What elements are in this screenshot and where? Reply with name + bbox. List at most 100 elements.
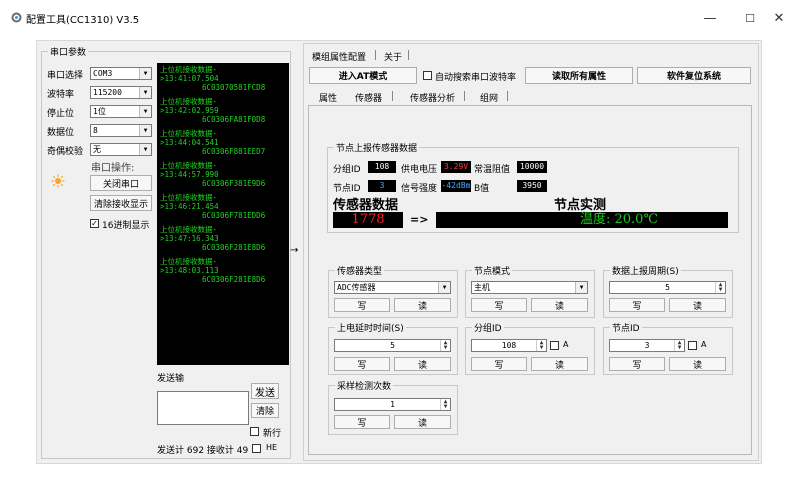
report-group-id-label: 分组ID [333, 165, 361, 175]
parity-select[interactable]: 无 ▼ [90, 143, 152, 156]
close-button[interactable]: ✕ [762, 6, 796, 30]
sample-count-spinner[interactable]: 1 ▲ ▼ [334, 398, 451, 411]
group-id-title: 分组ID [472, 321, 504, 334]
node-id-spinner[interactable]: 3 ▲ ▼ [609, 339, 685, 352]
console-entry: 上位机接收数据- >13:44:57.990 6C0306F381E9D6 [160, 161, 286, 188]
port-select[interactable]: COM3 ▼ [90, 67, 152, 80]
console-entry-time: >13:48:03.113 [160, 266, 219, 275]
receive-console[interactable]: 上位机接收数据- >13:41:07.504 6C03070581FCD8 上位机接收… [157, 63, 289, 365]
sun-icon [51, 174, 65, 188]
send-hex-checkbox[interactable] [252, 444, 261, 453]
report-period-read-button[interactable]: 读 [669, 298, 726, 312]
close-port-button[interactable]: 关闭串口 [90, 175, 152, 191]
newline-checkbox[interactable] [250, 427, 259, 436]
auto-baud-label: 自动搜索串口波特率 [435, 73, 517, 83]
subtab-network[interactable]: 组网 [480, 91, 498, 104]
node-id-title: 节点ID [610, 321, 642, 334]
voltage-value: 3.29V [441, 161, 471, 173]
group-id-spinner[interactable]: 108 ▲ ▼ [471, 339, 547, 352]
stop-select[interactable]: 1位 ▼ [90, 105, 152, 118]
console-entry: 上位机接收数据- >13:46:21.454 6C0306F781EDD6 [160, 193, 286, 220]
power-delay-write-button[interactable]: 写 [334, 357, 390, 371]
console-entry: 上位机接收数据- >13:42:02.959 6C0306FA81F0D8 [160, 97, 286, 124]
serial-params-title: 串口参数 [48, 45, 89, 58]
report-group-id-value: 108 [368, 161, 396, 173]
console-entry-head: 上位机接收数据- [160, 161, 218, 170]
enter-at-mode-button[interactable]: 进入AT模式 [309, 67, 417, 84]
node-mode-select[interactable]: 主机 ▼ [471, 281, 588, 294]
clear-send-button[interactable]: 清除 [251, 403, 279, 418]
spinner-arrows-icon[interactable]: ▲ ▼ [440, 340, 450, 351]
node-id-write-button[interactable]: 写 [609, 357, 665, 371]
resist-value: 10000 [517, 161, 547, 173]
sample-count-title: 采样检测次数 [335, 379, 394, 392]
group-id-a-checkbox[interactable] [550, 341, 559, 350]
node-id-a-checkbox[interactable] [688, 341, 697, 350]
read-all-props-button[interactable]: 读取所有属性 [525, 67, 633, 84]
signal-label: 信号强度 [401, 184, 438, 194]
port-label: 串口选择 [47, 71, 84, 81]
sensor-type-select[interactable]: ADC传感器 ▼ [334, 281, 451, 294]
console-entry-head: 上位机接收数据- [160, 129, 218, 138]
chevron-down-icon: ▼ [139, 106, 151, 117]
console-entry-time: >13:41:07.504 [160, 74, 219, 83]
console-entry-head: 上位机接收数据- [160, 65, 218, 74]
sample-count-write-button[interactable]: 写 [334, 415, 390, 429]
newline-label: 新行 [263, 429, 282, 439]
node-mode-title: 节点模式 [472, 264, 513, 277]
send-recv-count: 发送计 692 接收计 49 [157, 446, 249, 456]
chevron-down-icon: ▼ [139, 87, 151, 98]
convert-arrow: => [410, 213, 429, 226]
sensor-type-write-button[interactable]: 写 [334, 298, 390, 312]
console-entry-head: 上位机接收数据- [160, 193, 218, 202]
console-entry-head: 上位机接收数据- [160, 97, 218, 106]
spinner-arrows-icon[interactable]: ▲ ▼ [674, 340, 684, 351]
hex-display-checkbox[interactable]: ✓ [90, 219, 99, 228]
console-entry: 上位机接收数据- >13:41:07.504 6C03070581FCD8 [160, 65, 286, 92]
console-entry-data: 6C0306F881EED7 [202, 147, 266, 156]
console-entry-data: 6C0306F281E8D6 [202, 275, 266, 284]
report-period-write-button[interactable]: 写 [609, 298, 665, 312]
console-entry-data: 6C0306F381E9D6 [202, 179, 266, 188]
sample-count-read-button[interactable]: 读 [394, 415, 451, 429]
spinner-arrows-icon[interactable]: ▲ ▼ [440, 399, 450, 410]
minimize-button[interactable]: — [690, 6, 730, 30]
spinner-arrows-icon[interactable]: ▲ ▼ [715, 282, 725, 293]
node-id-a-label: A [701, 340, 707, 349]
signal-value: -42dBm [441, 180, 471, 192]
splitter-arrow-icon[interactable]: → [290, 245, 298, 256]
report-node-id-value: 3 [368, 180, 396, 192]
power-delay-read-button[interactable]: 读 [394, 357, 451, 371]
data-select[interactable]: 8 ▼ [90, 124, 152, 137]
node-id-read-button[interactable]: 读 [669, 357, 726, 371]
b-value-label: B值 [474, 184, 490, 194]
console-entry-time: >13:44:04.541 [160, 138, 219, 147]
report-node-id-label: 节点ID [333, 184, 361, 194]
subtab-sensor[interactable]: 传感器 [355, 91, 382, 104]
group-id-write-button[interactable]: 写 [471, 357, 527, 371]
node-mode-read-button[interactable]: 读 [531, 298, 588, 312]
auto-baud-checkbox[interactable] [423, 71, 432, 80]
tab-about[interactable]: 关于 [384, 50, 402, 63]
send-button[interactable]: 发送 [251, 383, 279, 399]
console-entry-time: >13:44:57.990 [160, 170, 219, 179]
baud-select[interactable]: 115200 ▼ [90, 86, 152, 99]
data-label: 数据位 [47, 128, 75, 138]
b-value: 3950 [517, 180, 547, 192]
subtab-props[interactable]: 属性 [319, 91, 337, 104]
clear-recv-button[interactable]: 清除接收显示 [90, 195, 152, 211]
hex-display-label: 16进制显示 [102, 221, 150, 231]
subtab-sensor-analysis[interactable]: 传感器分析 [410, 91, 455, 104]
group-id-read-button[interactable]: 读 [531, 357, 588, 371]
stop-label: 停止位 [47, 109, 75, 119]
report-period-spinner[interactable]: 5 ▲ ▼ [609, 281, 726, 294]
spinner-arrows-icon[interactable]: ▲ ▼ [536, 340, 546, 351]
tab-module-config[interactable]: 模组属性配置 [312, 50, 366, 63]
software-reset-button[interactable]: 软件复位系统 [637, 67, 751, 84]
sensor-type-read-button[interactable]: 读 [394, 298, 451, 312]
console-entry-time: >13:46:21.454 [160, 202, 219, 211]
node-mode-write-button[interactable]: 写 [471, 298, 527, 312]
power-delay-spinner[interactable]: 5 ▲ ▼ [334, 339, 451, 352]
send-textarea[interactable] [157, 391, 249, 425]
chevron-down-icon: ▼ [139, 144, 151, 155]
